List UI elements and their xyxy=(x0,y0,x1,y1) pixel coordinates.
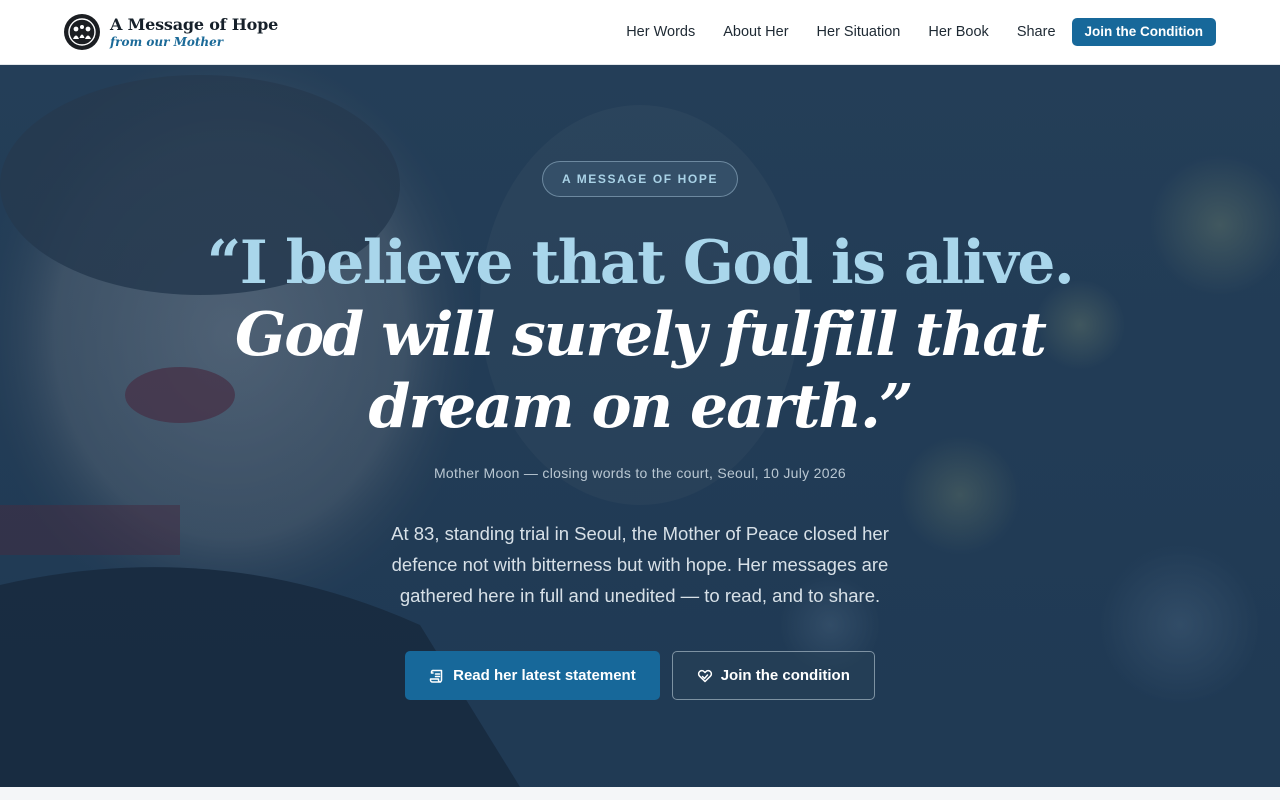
family-emblem-icon xyxy=(64,14,100,50)
site-header: A Message of Hope from our Mother Her Wo… xyxy=(0,0,1280,65)
brand[interactable]: A Message of Hope from our Mother xyxy=(64,14,278,50)
quote-line-3: dream on earth.” xyxy=(368,372,914,442)
nav-her-book[interactable]: Her Book xyxy=(928,24,988,40)
main-nav: Her Words About Her Her Situation Her Bo… xyxy=(598,18,1216,46)
hero-content: A MESSAGE OF HOPE “I believe that God is… xyxy=(0,65,1280,787)
brand-title: A Message of Hope xyxy=(110,14,279,34)
nav-about-her[interactable]: About Her xyxy=(723,24,788,40)
read-latest-statement-label: Read her latest statement xyxy=(453,667,636,684)
quote-line-1: “I believe that God is alive. xyxy=(206,228,1075,298)
brand-subtitle: from our Mother xyxy=(110,34,224,49)
quote-line-2: God will surely fulfill that xyxy=(235,300,1047,370)
join-condition-label: Join the condition xyxy=(720,667,850,684)
hero-section: A MESSAGE OF HOPE “I believe that God is… xyxy=(0,65,1280,787)
join-condition-nav-button[interactable]: Join the Condition xyxy=(1071,18,1216,46)
heart-hands-icon xyxy=(697,668,713,684)
hero-quote: “I believe that God is alive. God will s… xyxy=(206,227,1075,443)
nav-her-situation[interactable]: Her Situation xyxy=(817,24,901,40)
eyebrow-badge: A MESSAGE OF HOPE xyxy=(541,161,739,197)
nav-share[interactable]: Share xyxy=(1017,24,1056,40)
page-bottom-strip xyxy=(0,787,1280,800)
read-latest-statement-button[interactable]: Read her latest statement xyxy=(405,651,660,700)
join-condition-button[interactable]: Join the condition xyxy=(671,651,875,700)
quote-attribution: Mother Moon — closing words to the court… xyxy=(433,465,847,481)
hero-cta-row: Read her latest statement Join the condi… xyxy=(405,651,875,700)
hero-lead: At 83, standing trial in Seoul, the Moth… xyxy=(391,523,889,606)
scroll-icon xyxy=(429,668,445,684)
nav-her-words[interactable]: Her Words xyxy=(626,24,695,40)
